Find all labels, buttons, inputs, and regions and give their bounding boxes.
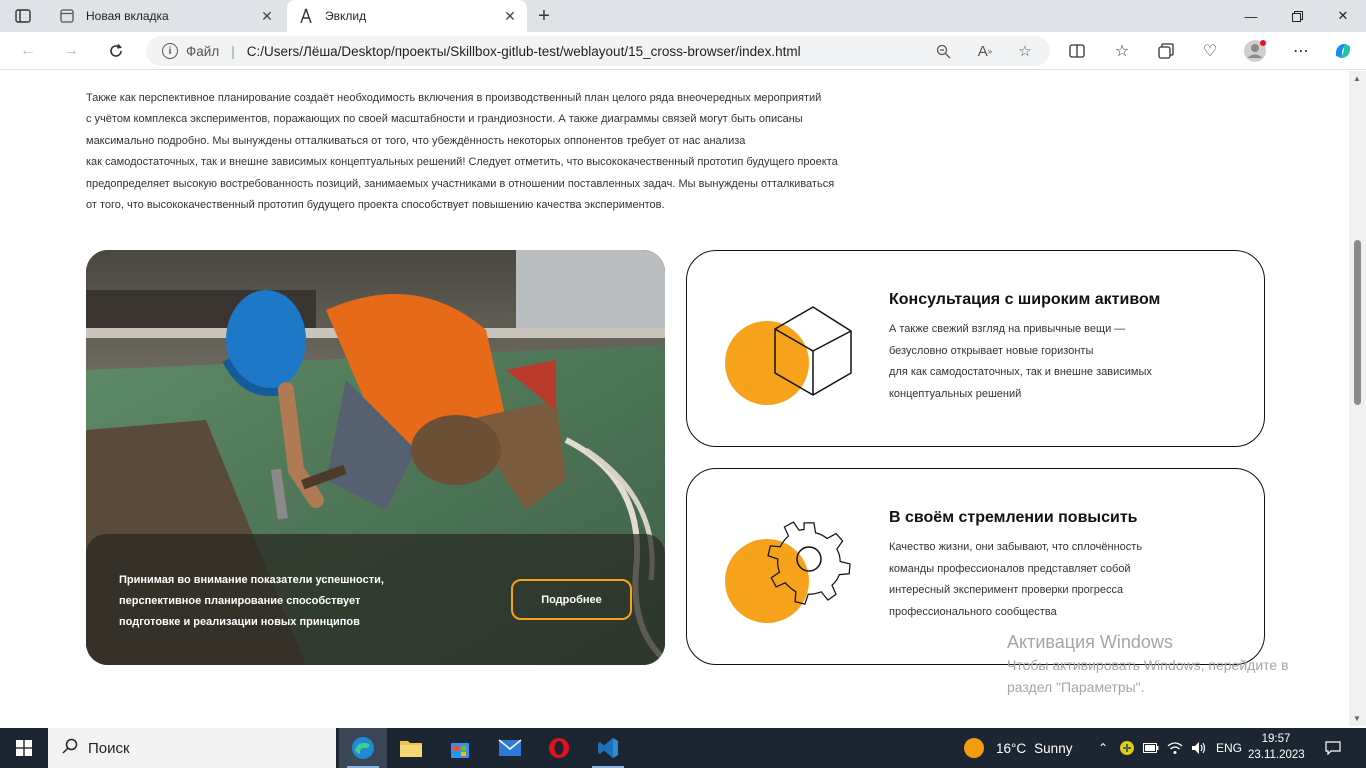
forward-icon[interactable]: → (58, 38, 84, 64)
hero-caption-line: подготовке и реализации новых принципов (119, 616, 360, 628)
intro-line: с учётом комплекса экспериментов, поража… (86, 113, 803, 126)
refresh-icon[interactable] (103, 38, 129, 64)
tab-bar: Новая вкладка ✕ Эвклид ✕ + — ✕ (0, 0, 1366, 32)
weather-widget[interactable]: 16°C Sunny (964, 728, 1072, 768)
card-text-line: команды профессионалов представляет собо… (889, 562, 1131, 575)
restore-button[interactable] (1274, 0, 1320, 32)
gear-icon (725, 521, 851, 623)
url-text: C:/Users/Лёша/Desktop/проекты/Skillbox-g… (246, 43, 801, 59)
tab-new-tab[interactable]: Новая вкладка ✕ (48, 0, 284, 32)
watermark-line: Чтобы активировать Windows, перейдите в (1007, 657, 1289, 673)
opera-icon[interactable] (535, 728, 583, 768)
hero-caption-line: Принимая во внимание показатели успешнос… (119, 574, 384, 586)
scroll-down-icon[interactable]: ▼ (1353, 714, 1361, 723)
notifications-icon[interactable] (1320, 728, 1346, 768)
page-scrollbar[interactable]: ▲ ▼ (1349, 71, 1366, 726)
box-icon (725, 306, 852, 405)
more-menu-icon[interactable]: ⋯ (1288, 38, 1314, 64)
favorites-icon[interactable]: ☆ (1109, 38, 1135, 64)
hero-image-card: Принимая во внимание показатели успешнос… (86, 250, 665, 665)
search-label: Поиск (88, 739, 130, 757)
intro-line: предопределяет высокую востребованность … (86, 177, 835, 190)
compass-icon (297, 7, 315, 25)
page-viewport: Также как перспективное планирование соз… (0, 71, 1349, 726)
card-text-line: для как самодостаточных, так и внешне за… (889, 366, 1152, 379)
taskbar-search[interactable]: Поиск (48, 728, 336, 768)
tab-title: Эвклид (325, 9, 367, 23)
minimize-button[interactable]: — (1228, 0, 1274, 32)
zoom-out-icon[interactable] (932, 40, 954, 62)
favorite-star-icon[interactable]: ☆ (1014, 40, 1036, 62)
vscode-icon[interactable] (584, 728, 632, 768)
weather-temp: 16°C (996, 740, 1027, 756)
security-icon[interactable] (1116, 728, 1138, 768)
close-icon[interactable]: ✕ (499, 5, 521, 27)
copilot-icon[interactable] (1330, 38, 1356, 64)
read-aloud-icon[interactable]: A» (974, 40, 996, 62)
tab-title: Новая вкладка (86, 9, 169, 23)
hero-caption-text: Принимая во внимание показатели успешнос… (119, 570, 419, 633)
card-text: Качество жизни, они забывают, что сплочё… (889, 537, 1219, 623)
address-separator: | (231, 43, 235, 59)
new-tab-button[interactable]: + (532, 4, 556, 28)
system-clock[interactable]: 19:57 23.11.2023 (1248, 731, 1305, 763)
hero-caption-line: перспективное планирование способствует (119, 595, 361, 607)
volume-icon[interactable] (1188, 728, 1210, 768)
profile-avatar[interactable] (1242, 38, 1268, 64)
card-text-line: безусловно открывает новые горизонты (889, 344, 1094, 357)
clock-time: 19:57 (1261, 733, 1291, 745)
start-button[interactable] (0, 728, 48, 768)
close-icon[interactable]: ✕ (256, 5, 278, 27)
search-icon (62, 738, 78, 759)
feature-card-consultation: Консультация с широким активом А также с… (686, 250, 1265, 447)
chevron-up-icon[interactable]: ⌃ (1094, 728, 1112, 768)
windows-taskbar: Поиск 16°C Sunny ⌃ ENG 19:57 23.11.2023 (0, 728, 1366, 768)
browser-essentials-icon[interactable]: ♡ (1197, 38, 1223, 64)
intro-line: максимально подробно. Мы вынуждены оттал… (86, 134, 746, 147)
collections-icon[interactable] (1153, 38, 1179, 64)
scheme-label: Файл (186, 43, 220, 59)
tab-euclid[interactable]: Эвклид ✕ (287, 0, 527, 32)
edge-app-icon[interactable] (339, 728, 387, 768)
scroll-thumb[interactable] (1354, 240, 1361, 405)
split-screen-icon[interactable] (1064, 38, 1090, 64)
scroll-up-icon[interactable]: ▲ (1353, 74, 1361, 83)
store-icon[interactable] (436, 728, 484, 768)
new-tab-icon (58, 7, 76, 25)
clock-date: 23.11.2023 (1248, 749, 1305, 761)
card-text-line: интересный эксперимент проверки прогресс… (889, 584, 1124, 597)
card-text-line: профессионального сообщества (889, 605, 1057, 618)
wifi-icon[interactable] (1164, 728, 1186, 768)
browser-toolbar: ← → i Файл | C:/Users/Лёша/Desktop/проек… (0, 32, 1366, 70)
info-icon[interactable]: i (162, 43, 178, 59)
hero-caption: Принимая во внимание показатели успешнос… (86, 534, 665, 665)
intro-paragraph: Также как перспективное планирование соз… (86, 88, 916, 216)
input-language[interactable]: ENG (1212, 728, 1246, 768)
sun-icon (964, 738, 984, 758)
windows-logo-icon (16, 740, 32, 756)
card-title: В своём стремлении повысить (889, 509, 1138, 526)
back-icon[interactable]: ← (15, 38, 41, 64)
card-text-line: Качество жизни, они забывают, что сплочё… (889, 541, 1143, 553)
battery-icon[interactable] (1140, 728, 1162, 768)
close-window-button[interactable]: ✕ (1320, 0, 1366, 32)
file-explorer-icon[interactable] (387, 728, 435, 768)
mail-icon[interactable] (486, 728, 534, 768)
watermark-line: раздел "Параметры". (1007, 679, 1145, 695)
card-text: А также свежий взгляд на привычные вещи … (889, 319, 1219, 405)
address-bar[interactable]: i Файл | C:/Users/Лёша/Desktop/проекты/S… (146, 36, 1050, 66)
watermark-title: Активация Windows (1007, 632, 1173, 652)
details-button[interactable]: Подробнее (511, 579, 632, 620)
card-title: Консультация с широким активом (889, 291, 1161, 308)
intro-line: от того, что высококачественный прототип… (86, 199, 665, 212)
intro-line: Также как перспективное планирование соз… (86, 92, 822, 104)
intro-line: как самодостаточных, так и внешне зависи… (86, 156, 838, 169)
card-text-line: А также свежий взгляд на привычные вещи … (889, 323, 1126, 335)
windows-activation-watermark: Активация Windows Чтобы активировать Win… (1007, 632, 1347, 697)
tab-actions-icon[interactable] (8, 5, 38, 27)
card-text-line: концептуальных решений (889, 387, 1022, 400)
weather-condition: Sunny (1034, 740, 1073, 756)
